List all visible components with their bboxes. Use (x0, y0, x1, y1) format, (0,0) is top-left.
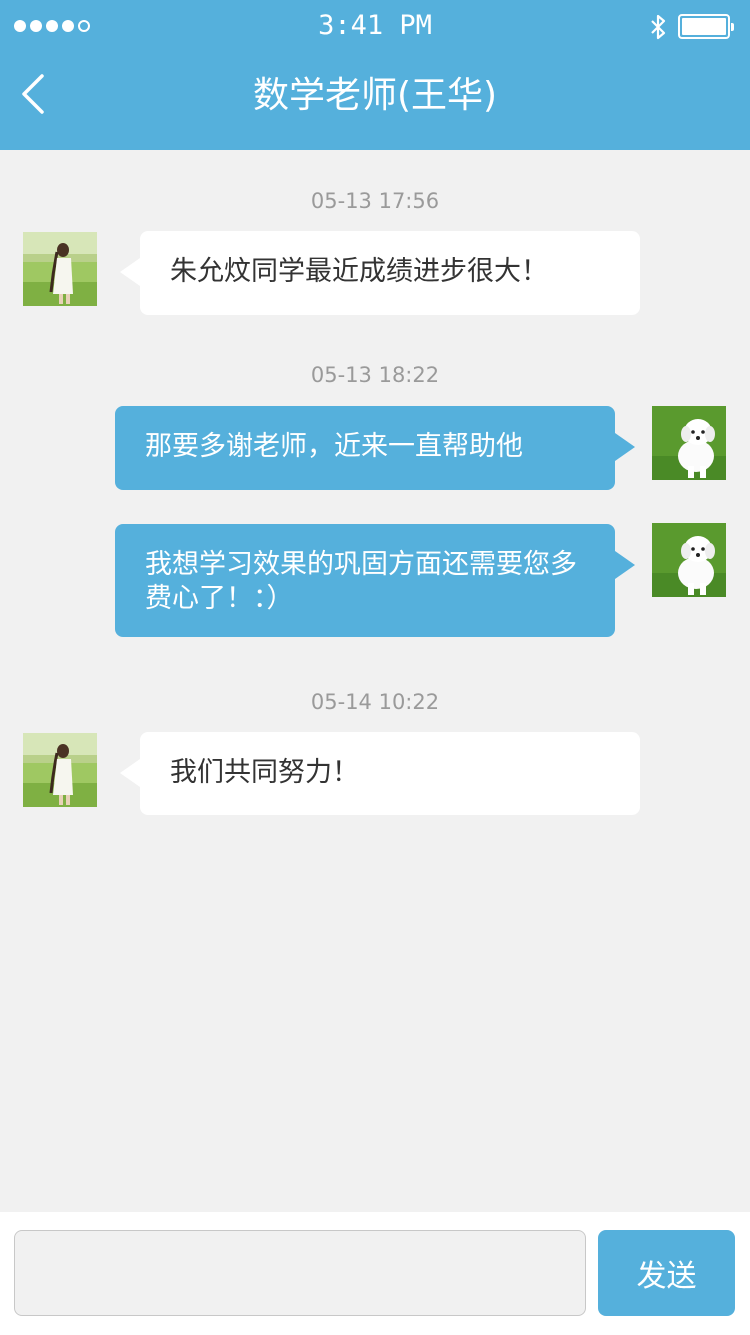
parent-avatar[interactable] (652, 406, 726, 480)
chat-title: 数学老师(王华) (252, 75, 498, 116)
status-bar: 3:41 PM (0, 0, 750, 52)
parent-avatar[interactable] (652, 523, 726, 597)
message-input[interactable] (14, 1230, 586, 1316)
message-text: 朱允炆同学最近成绩进步很大！ (170, 256, 548, 287)
teacher-avatar[interactable] (23, 232, 97, 306)
status-time: 3:41 PM (318, 10, 432, 41)
message-timestamp: 05-13 17:56 (310, 189, 440, 213)
chat-bubble-received[interactable]: 我们共同努力！ (120, 732, 640, 815)
bluetooth-icon (651, 14, 666, 40)
chat-bubble-sent[interactable]: 那要多谢老师，近来一直帮助他 (115, 406, 635, 490)
message-timestamp: 05-13 18:22 (310, 363, 440, 387)
chat-bubble-received[interactable]: 朱允炆同学最近成绩进步很大！ (120, 231, 640, 315)
battery-full-icon (678, 14, 734, 39)
message-input-bar: 发送 (0, 1212, 750, 1335)
teacher-avatar[interactable] (23, 733, 97, 807)
message-timestamp: 05-14 10:22 (310, 690, 440, 714)
app-header: 3:41 PM 数学老师(王华) (0, 0, 750, 150)
message-text: 我想学习效果的巩固方面还需要您多费心了！：） (145, 549, 577, 614)
chat-bubble-sent[interactable]: 我想学习效果的巩固方面还需要您多费心了！：） (115, 524, 635, 637)
message-text: 那要多谢老师，近来一直帮助他 (145, 431, 523, 462)
message-text: 我们共同努力！ (170, 757, 359, 788)
send-button[interactable]: 发送 (598, 1230, 735, 1316)
